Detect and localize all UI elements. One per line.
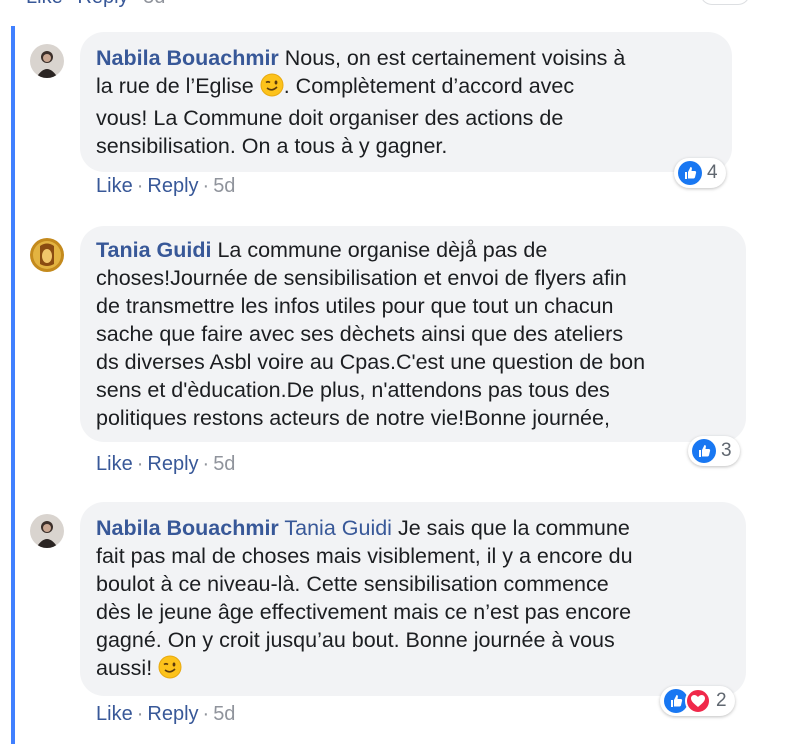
timestamp[interactable]: 5d xyxy=(213,703,235,725)
reply-link[interactable]: Reply xyxy=(77,0,128,8)
reaction-count: 4 xyxy=(707,162,718,183)
avatar[interactable] xyxy=(30,514,64,548)
wink-emoji-icon xyxy=(158,655,182,686)
separator: · xyxy=(136,453,144,475)
comment-text: La commune organise dèjå pas de xyxy=(211,238,548,262)
previous-comment-actions: Like·Reply·5d xyxy=(26,0,165,9)
comment-bubble: Tania Guidi La commune organise dèjå pas… xyxy=(80,226,746,442)
separator: · xyxy=(136,175,144,197)
mention-link[interactable]: Tania Guidi xyxy=(284,516,392,540)
reaction-summary[interactable]: 4 xyxy=(674,158,726,188)
reply-link[interactable]: Reply xyxy=(147,703,198,725)
comment-text: aussi! xyxy=(96,656,159,680)
reaction-count: 3 xyxy=(721,440,732,461)
comment-text: la rue de l’Eglise xyxy=(96,74,260,98)
separator: · xyxy=(133,0,140,8)
timestamp[interactable]: 5d xyxy=(143,0,165,8)
timestamp[interactable]: 5d xyxy=(213,453,235,475)
comment-author[interactable]: Nabila Bouachmir xyxy=(96,46,279,70)
love-reaction-icon xyxy=(685,688,711,714)
reaction-count: 2 xyxy=(716,690,727,711)
comment-text: . Complètement d’accord avec xyxy=(283,74,575,98)
like-link[interactable]: Like xyxy=(26,0,63,8)
comment-text: Je sais que la commune xyxy=(391,516,630,540)
comment-text: sensibilisation. On a tous à y gagner. xyxy=(96,134,448,158)
comment-text: politiques restons acteurs de notre vie!… xyxy=(96,406,610,430)
comment-text: gagné. On y croit jusqu’au bout. Bonne j… xyxy=(96,628,615,652)
separator: · xyxy=(202,453,210,475)
comment-actions: Like · Reply · 5d xyxy=(96,703,235,726)
separator: · xyxy=(202,703,210,725)
like-reaction-icon xyxy=(692,439,716,463)
avatar[interactable] xyxy=(30,44,64,78)
comment-text: sache que faire avec ses dèchets ainsi q… xyxy=(96,322,624,346)
like-link[interactable]: Like xyxy=(96,453,133,475)
wink-emoji-icon xyxy=(260,73,284,104)
comment-text: Nous, on est certainement voisins à xyxy=(278,46,626,70)
reply-link[interactable]: Reply xyxy=(147,453,198,475)
comment-text: dès le jeune âge effectivement mais ce n… xyxy=(96,600,632,624)
comment-text: choses!Journée de sensibilisation et env… xyxy=(96,266,627,290)
separator: · xyxy=(202,175,210,197)
comment-author[interactable]: Nabila Bouachmir xyxy=(96,516,279,540)
like-link[interactable]: Like xyxy=(96,703,133,725)
reply-thread-line xyxy=(11,26,15,744)
comment-text: sens et d'èducation.De plus, n'attendons… xyxy=(96,378,610,402)
reaction-summary[interactable]: 3 xyxy=(688,436,740,466)
like-link[interactable]: Like xyxy=(96,175,133,197)
reply-link[interactable]: Reply xyxy=(147,175,198,197)
separator: · xyxy=(136,703,144,725)
comment-text: de transmettre les infos utiles pour que… xyxy=(96,294,614,318)
comment-bubble: Nabila Bouachmir Tania Guidi Je sais que… xyxy=(80,502,746,696)
comment-text: ds diverses Asbl voire au Cpas.C'est une… xyxy=(96,350,646,374)
avatar[interactable] xyxy=(30,238,64,272)
comment-bubble: Nabila Bouachmir Nous, on est certaineme… xyxy=(80,32,732,172)
separator: · xyxy=(67,0,74,8)
previous-reaction-badge xyxy=(700,0,750,5)
like-reaction-icon xyxy=(678,161,702,185)
timestamp[interactable]: 5d xyxy=(213,175,235,197)
comment-text: vous! La Commune doit organiser des acti… xyxy=(96,106,564,130)
comment-actions: Like · Reply · 5d xyxy=(96,175,235,198)
comment-text: boulot à ce niveau-là. Cette sensibilisa… xyxy=(96,572,609,596)
comment-actions: Like · Reply · 5d xyxy=(96,453,235,476)
reaction-summary[interactable]: 2 xyxy=(660,686,735,716)
comment-text: fait pas mal de choses mais visiblement,… xyxy=(96,544,633,568)
comment-author[interactable]: Tania Guidi xyxy=(96,238,211,262)
